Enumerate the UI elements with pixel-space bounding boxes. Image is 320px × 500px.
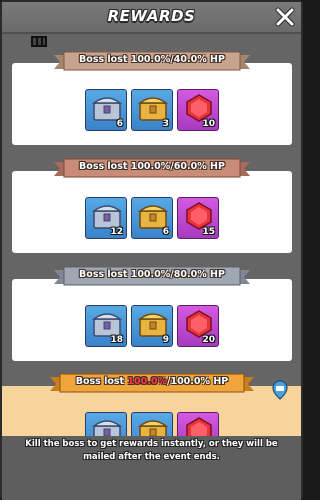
reward-qty: 6 [116, 119, 123, 129]
close-icon[interactable] [275, 7, 295, 27]
tier-3-label: Boss lost 100.0%/80.0% HP [79, 269, 225, 280]
tier-2-label: Boss lost 100.0%/60.0% HP [79, 161, 225, 172]
footer-bar: Kill the boss to get rewards instantly, … [2, 436, 301, 500]
tier-1-label: Boss lost 100.0%/40.0% HP [79, 54, 225, 65]
reward-qty: 12 [110, 227, 123, 237]
location-pin-icon[interactable] [272, 380, 288, 400]
silver-chest-tile[interactable]: 6 [85, 89, 127, 131]
tier-4-label-suffix: /100.0% HP [166, 376, 229, 387]
gold-chest-tile[interactable]: 9 [131, 305, 173, 347]
panel-title: REWARDS [107, 7, 196, 25]
tier-1-ribbon: Boss lost 100.0%/40.0% HP [54, 51, 250, 73]
silver-chest-tile[interactable]: 18 [85, 305, 127, 347]
tier-4-ribbon: Boss lost 100.0%/100.0% HP [50, 373, 254, 395]
reward-tier-2: 12 6 15 [12, 171, 292, 253]
reward-qty: 15 [202, 227, 215, 237]
rewards-panel: REWARDS 6 3 10 Boss lost 100.0%/40.0% HP… [0, 0, 303, 500]
reward-row-2: 12 6 15 [12, 197, 292, 239]
reward-row-1: 6 3 10 [12, 89, 292, 131]
reward-tier-1: 6 3 10 [12, 63, 292, 145]
tier-3-ribbon: Boss lost 100.0%/80.0% HP [54, 266, 250, 288]
tier-2-ribbon: Boss lost 100.0%/60.0% HP [54, 158, 250, 180]
footer-note: Kill the boss to get rewards instantly, … [25, 439, 278, 462]
gold-chest-tile[interactable]: 6 [131, 197, 173, 239]
silver-chest-tile[interactable]: 12 [85, 197, 127, 239]
reward-qty: 18 [110, 335, 123, 345]
reward-qty: 20 [202, 335, 215, 345]
reward-qty: 6 [162, 227, 169, 237]
tier-4-label-highlight: 100.0% [127, 376, 167, 387]
reward-qty: 10 [202, 119, 215, 129]
tier-4-label-prefix: Boss lost [75, 376, 128, 387]
reward-qty: 9 [162, 335, 169, 345]
gold-chest-tile[interactable]: 3 [131, 89, 173, 131]
gem-tile[interactable]: 15 [177, 197, 219, 239]
gem-tile[interactable]: 20 [177, 305, 219, 347]
header-bar: REWARDS [2, 2, 301, 34]
crown-icon [30, 33, 48, 47]
tier-4-label: Boss lost 100.0%/100.0% HP [50, 376, 254, 387]
reward-qty: 3 [162, 119, 169, 129]
reward-row-3: 18 9 20 [12, 305, 292, 347]
reward-tier-3: 18 9 20 [12, 279, 292, 361]
gem-tile[interactable]: 10 [177, 89, 219, 131]
